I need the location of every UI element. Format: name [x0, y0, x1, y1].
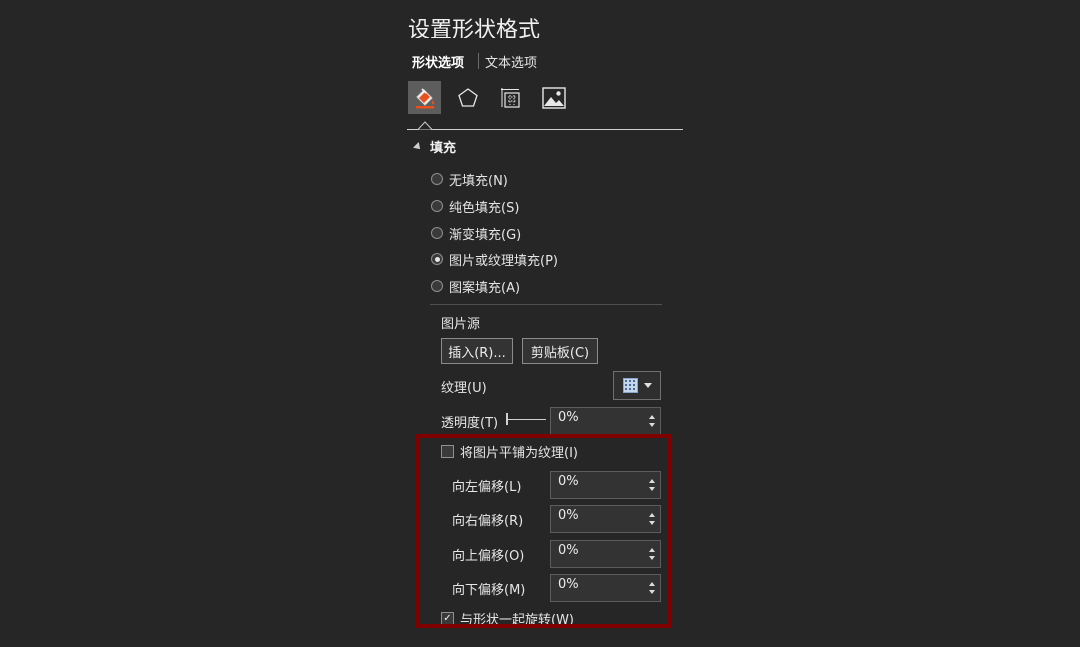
- picture-icon: [541, 86, 566, 109]
- radio-no-fill[interactable]: 无填充(N): [431, 171, 508, 189]
- spin-down-icon[interactable]: [649, 521, 655, 525]
- texture-swatch-icon: [622, 378, 638, 393]
- tab-text-options[interactable]: 文本选项: [485, 52, 537, 71]
- effects-pentagon-icon: [457, 87, 478, 107]
- offset-bottom-spinner[interactable]: [550, 574, 661, 602]
- insert-button[interactable]: 插入(R)...: [441, 338, 513, 364]
- spinner-arrows[interactable]: [644, 541, 660, 567]
- offset-left-label: 向左偏移(L): [452, 480, 522, 495]
- spin-up-icon[interactable]: [649, 548, 655, 552]
- spin-up-icon[interactable]: [649, 415, 655, 419]
- offset-top-label: 向上偏移(O): [452, 549, 525, 564]
- spinner-arrows[interactable]: [644, 472, 660, 498]
- radio-picture-texture-fill[interactable]: 图片或纹理填充(P): [431, 251, 558, 269]
- spinner-arrows[interactable]: [644, 506, 660, 532]
- spin-down-icon[interactable]: [649, 423, 655, 427]
- checkbox-box[interactable]: [441, 445, 454, 458]
- texture-label: 纹理(U): [441, 381, 487, 396]
- size-properties-icon: [500, 87, 520, 108]
- radio-label: 图案填充(A): [449, 280, 521, 296]
- radio-button-selected[interactable]: [431, 253, 443, 265]
- chevron-down-icon: [643, 383, 652, 388]
- spin-up-icon[interactable]: [649, 513, 655, 517]
- spin-down-icon[interactable]: [649, 590, 655, 594]
- offset-right-spinner[interactable]: [550, 505, 661, 533]
- offset-right-label: 向右偏移(R): [452, 514, 524, 529]
- radio-button[interactable]: [431, 280, 443, 292]
- fill-section-header[interactable]: 填充: [413, 137, 457, 156]
- offset-right-input[interactable]: [551, 506, 644, 532]
- fill-line-icon: [415, 87, 434, 108]
- panel-title: 设置形状格式: [408, 18, 541, 38]
- offset-bottom-input[interactable]: [551, 575, 644, 601]
- picture-source-label: 图片源: [441, 317, 481, 332]
- radio-label: 纯色填充(S): [449, 200, 520, 216]
- spin-up-icon[interactable]: [649, 582, 655, 586]
- collapse-triangle-icon: [413, 141, 423, 152]
- tab-shape-options[interactable]: 形状选项: [412, 52, 464, 71]
- radio-selected-dot: [434, 256, 440, 262]
- radio-button[interactable]: [431, 173, 443, 185]
- tab-underline: [407, 129, 683, 130]
- clipboard-button[interactable]: 剪贴板(C): [522, 338, 598, 364]
- tab-separator: [478, 53, 480, 69]
- effects-tab[interactable]: [451, 81, 484, 114]
- transparency-label: 透明度(T): [441, 416, 499, 431]
- spin-down-icon[interactable]: [649, 487, 655, 491]
- radio-label: 图片或纹理填充(P): [449, 253, 558, 269]
- fill-line-tab[interactable]: [408, 81, 441, 114]
- offset-top-input[interactable]: [551, 541, 644, 567]
- transparency-input[interactable]: [551, 408, 644, 434]
- radio-button[interactable]: [431, 227, 443, 239]
- radio-solid-fill[interactable]: 纯色填充(S): [431, 198, 520, 216]
- spin-down-icon[interactable]: [649, 556, 655, 560]
- picture-tab[interactable]: [537, 81, 570, 114]
- checkbox-label: 将图片平铺为纹理(I): [460, 446, 578, 461]
- slider-track: [506, 419, 546, 420]
- fill-section-title: 填充: [430, 141, 457, 156]
- slider-thumb[interactable]: [506, 413, 508, 425]
- spin-up-icon[interactable]: [649, 479, 655, 483]
- checkbox-label: 与形状一起旋转(W): [460, 613, 574, 628]
- radio-pattern-fill[interactable]: 图案填充(A): [431, 278, 521, 296]
- option-tabs: 形状选项 文本选项: [412, 52, 537, 71]
- tile-as-texture-checkbox[interactable]: 将图片平铺为纹理(I): [441, 442, 578, 461]
- texture-dropdown[interactable]: [613, 371, 661, 400]
- radio-button[interactable]: [431, 200, 443, 212]
- radio-label: 渐变填充(G): [449, 227, 522, 243]
- rotate-with-shape-checkbox[interactable]: ✓ 与形状一起旋转(W): [441, 609, 574, 628]
- offset-left-spinner[interactable]: [550, 471, 661, 499]
- offset-bottom-label: 向下偏移(M): [452, 583, 526, 598]
- spinner-arrows[interactable]: [644, 408, 660, 434]
- transparency-spinner[interactable]: [550, 407, 661, 435]
- offset-top-spinner[interactable]: [550, 540, 661, 568]
- section-divider: [430, 304, 662, 305]
- transparency-slider[interactable]: [506, 413, 546, 425]
- radio-label: 无填充(N): [449, 173, 508, 189]
- size-properties-tab[interactable]: [494, 81, 527, 114]
- radio-gradient-fill[interactable]: 渐变填充(G): [431, 225, 522, 243]
- spinner-arrows[interactable]: [644, 575, 660, 601]
- checkbox-box-checked[interactable]: ✓: [441, 612, 454, 625]
- tab-indicator-notch: [418, 121, 432, 130]
- offset-left-input[interactable]: [551, 472, 644, 498]
